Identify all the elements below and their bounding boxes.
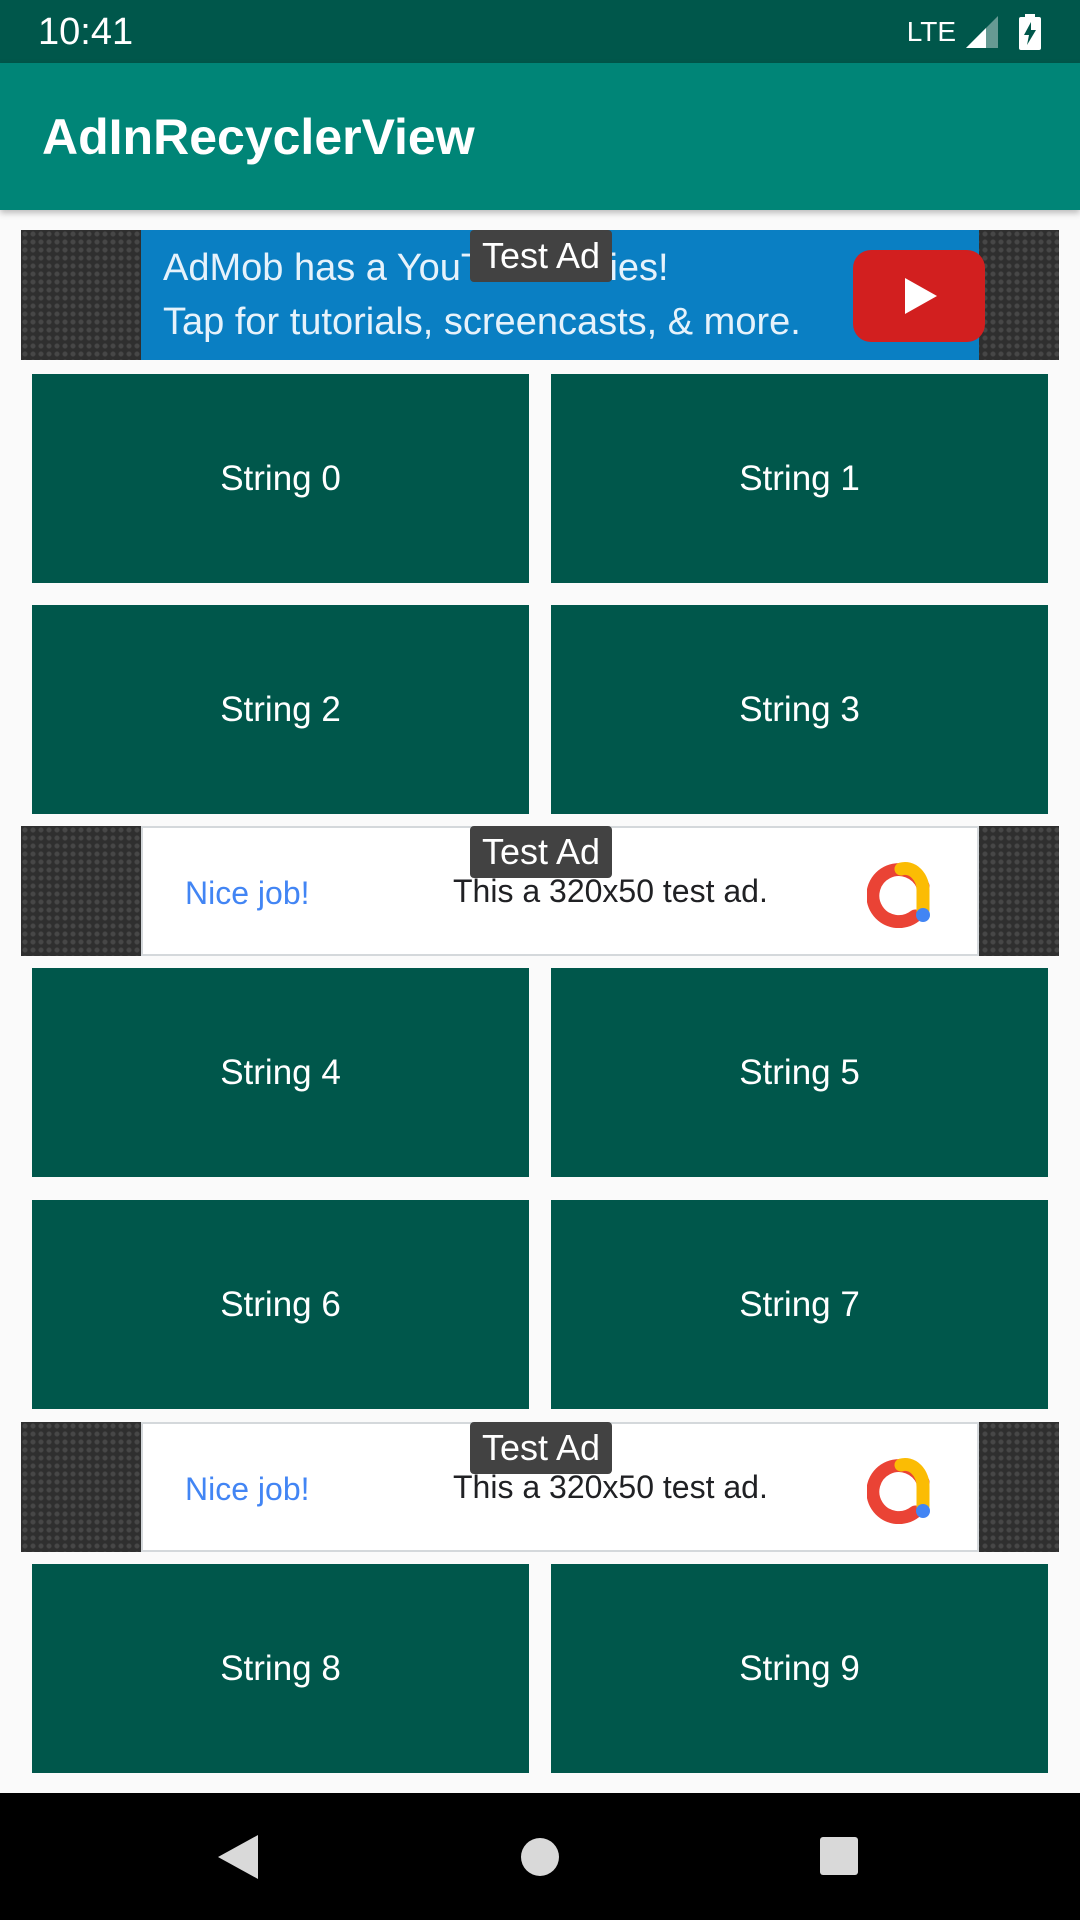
status-time: 10:41	[38, 11, 134, 53]
item-label: String 9	[739, 1648, 860, 1688]
list-item[interactable]: String 6	[32, 1200, 529, 1409]
app-bar: AdInRecyclerView	[0, 63, 1080, 210]
admob-logo-icon	[867, 1457, 930, 1524]
home-circle-icon[interactable]	[516, 1833, 564, 1881]
item-label: String 1	[739, 458, 860, 498]
list-item[interactable]: String 4	[32, 968, 529, 1177]
list-item[interactable]: String 5	[551, 968, 1048, 1177]
admob-logo-icon	[867, 861, 930, 928]
list-item[interactable]: String 7	[551, 1200, 1048, 1409]
status-bar: 10:41 LTE	[0, 0, 1080, 63]
list-item[interactable]: String 3	[551, 605, 1048, 814]
test-ad-badge: Test Ad	[470, 826, 612, 878]
recents-square-icon[interactable]	[816, 1833, 862, 1879]
ad-description: Tap for tutorials, screencasts, & more.	[163, 301, 801, 343]
ad-nice-job: Nice job!	[185, 875, 310, 911]
item-label: String 4	[220, 1052, 341, 1092]
list-item[interactable]: String 0	[32, 374, 529, 583]
list-item[interactable]: String 2	[32, 605, 529, 814]
item-label: String 8	[220, 1648, 341, 1688]
ad-banner-test[interactable]: Nice job! This a 320x50 test ad. Test Ad	[21, 826, 1059, 956]
signal-icon	[966, 16, 998, 48]
item-label: String 2	[220, 689, 341, 729]
ad-nice-job: Nice job!	[185, 1471, 310, 1507]
list-item[interactable]: String 9	[551, 1564, 1048, 1773]
item-label: String 0	[220, 458, 341, 498]
network-type: LTE	[906, 16, 956, 47]
battery-icon	[1019, 14, 1041, 50]
item-label: String 5	[739, 1052, 860, 1092]
navigation-bar	[0, 1793, 1080, 1920]
page-title: AdInRecyclerView	[42, 109, 475, 165]
youtube-play-icon	[853, 250, 985, 342]
item-label: String 7	[739, 1284, 860, 1324]
item-label: String 3	[739, 689, 860, 729]
test-ad-badge: Test Ad	[470, 1422, 612, 1474]
ad-banner-youtube[interactable]: AdMob has a YouTube series! Tap for tuto…	[21, 230, 1059, 360]
ad-banner-test[interactable]: Nice job! This a 320x50 test ad. Test Ad	[21, 1422, 1059, 1552]
recycler-view[interactable]: AdMob has a YouTube series! Tap for tuto…	[0, 210, 1080, 1793]
test-ad-badge: Test Ad	[470, 230, 612, 282]
item-label: String 6	[220, 1284, 341, 1324]
back-triangle-icon[interactable]	[216, 1833, 260, 1881]
list-item[interactable]: String 1	[551, 374, 1048, 583]
list-item[interactable]: String 8	[32, 1564, 529, 1773]
status-icons: LTE	[907, 10, 1042, 54]
